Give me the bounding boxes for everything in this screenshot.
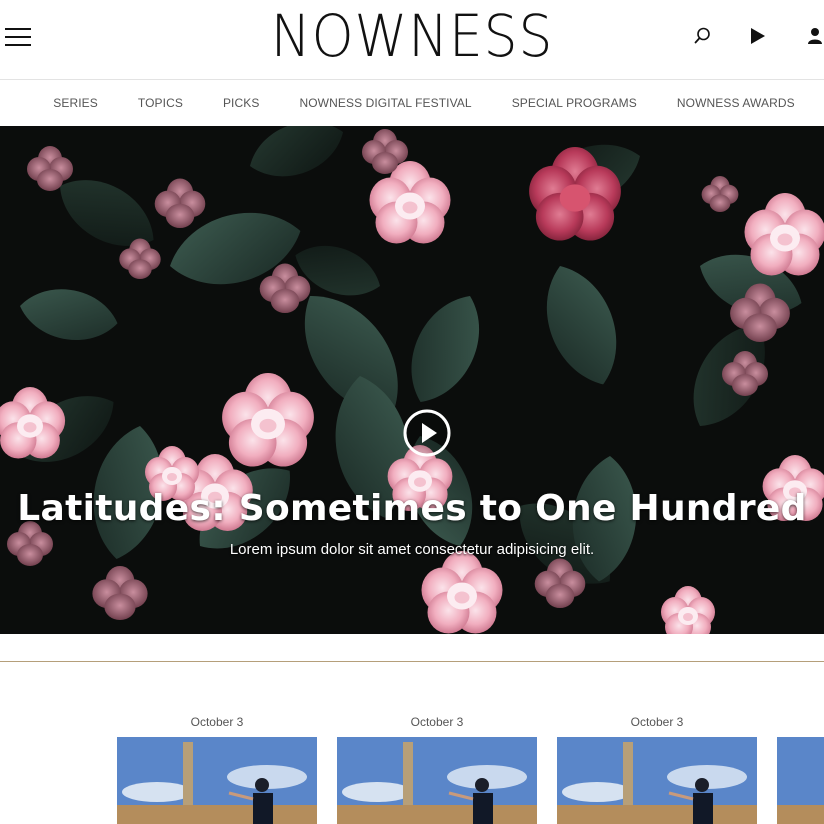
card-date: October 3 (190, 715, 244, 729)
card-thumbnail[interactable] (337, 737, 537, 824)
main-nav: SERIES TOPICS PICKS NOWNESS DIGITAL FEST… (0, 80, 824, 126)
site-logo[interactable]: NOWNESS (33, 4, 791, 68)
video-card[interactable] (777, 700, 824, 824)
nav-item-series[interactable]: SERIES (53, 96, 98, 110)
site-header: NOWNESS (0, 0, 824, 80)
video-card[interactable]: October 3 (557, 700, 757, 824)
play-icon[interactable] (746, 24, 770, 48)
video-card[interactable]: October 3 (337, 700, 537, 824)
video-carousel: October 3 October 3 October 3 (0, 700, 824, 824)
section-divider (0, 661, 824, 662)
menu-icon[interactable] (5, 26, 31, 46)
nav-item-special-programs[interactable]: SPECIAL PROGRAMS (512, 96, 637, 110)
card-thumbnail[interactable] (117, 737, 317, 824)
nav-item-digital-festival[interactable]: NOWNESS DIGITAL FESTIVAL (299, 96, 471, 110)
card-thumbnail[interactable] (557, 737, 757, 824)
nav-item-picks[interactable]: PICKS (223, 96, 260, 110)
nav-item-topics[interactable]: TOPICS (138, 96, 183, 110)
video-card[interactable]: October 3 (117, 700, 317, 824)
card-date: October 3 (630, 715, 684, 729)
hero-subtitle: Lorem ipsum dolor sit amet consectetur a… (229, 541, 595, 558)
card-date: October 3 (410, 715, 464, 729)
hero-title[interactable]: Latitudes: Sometimes to One Hundred (0, 488, 824, 529)
card-date (777, 700, 824, 737)
nav-item-awards[interactable]: NOWNESS AWARDS (677, 96, 795, 110)
user-icon[interactable] (803, 24, 824, 48)
search-icon[interactable] (690, 24, 714, 48)
play-video-icon[interactable] (402, 408, 452, 458)
card-thumbnail[interactable] (777, 737, 824, 824)
